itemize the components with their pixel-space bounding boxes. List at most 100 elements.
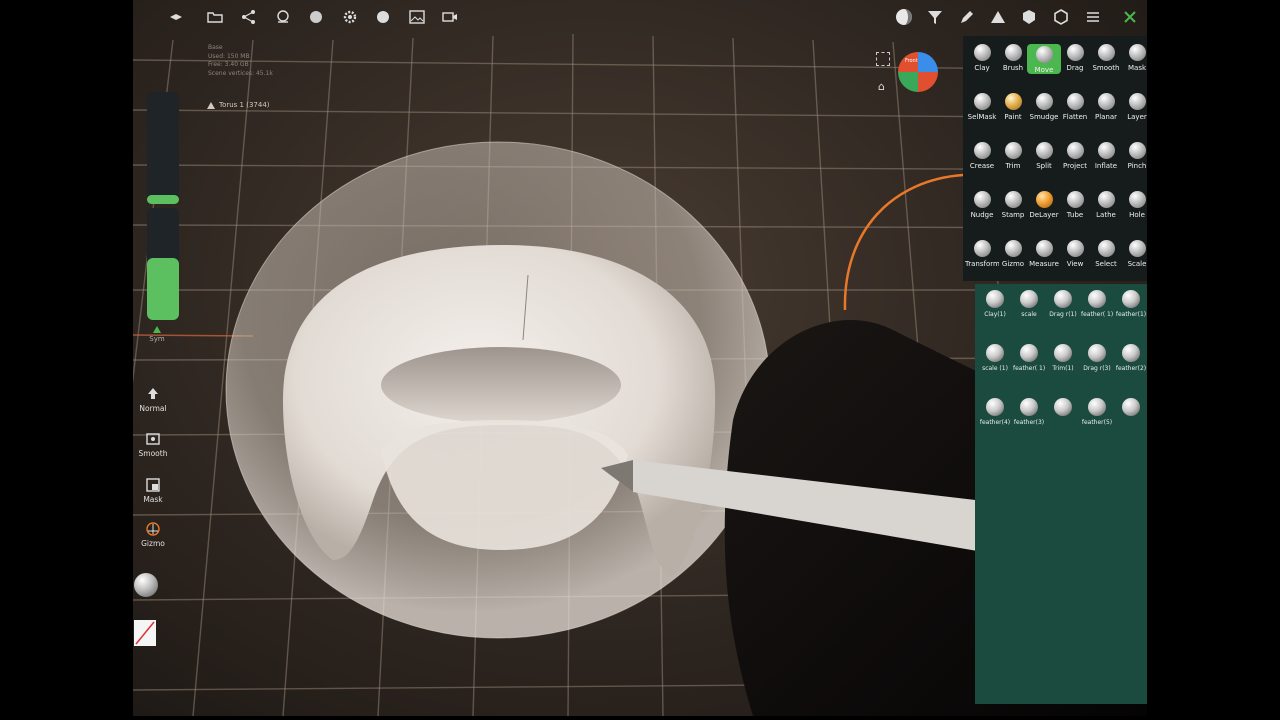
tool-split[interactable]: Split — [1027, 142, 1061, 170]
tool-smooth[interactable]: Smooth — [133, 432, 173, 458]
tool-project[interactable]: Project — [1058, 142, 1092, 170]
tool-lathe[interactable]: Lathe — [1089, 191, 1123, 219]
brush-preset[interactable]: feather(5) — [1081, 398, 1113, 426]
tool-label: Clay — [974, 64, 990, 72]
color-swatch[interactable] — [134, 620, 156, 646]
home-icon[interactable]: ⌂ — [878, 80, 885, 93]
image-icon[interactable] — [408, 8, 426, 26]
warning-icon — [207, 101, 215, 109]
tool-transform[interactable]: Transform — [965, 240, 999, 268]
tool-select[interactable]: Select — [1089, 240, 1123, 268]
brush-preset[interactable]: Trim(1) — [1047, 344, 1079, 372]
radius-slider[interactable] — [147, 92, 179, 204]
tool-inflate[interactable]: Inflate — [1089, 142, 1123, 170]
tool-mask[interactable]: Mask — [1120, 44, 1154, 72]
brush-preset[interactable]: feather(4) — [979, 398, 1011, 426]
pen-icon[interactable] — [958, 8, 976, 26]
tool-tube[interactable]: Tube — [1058, 191, 1092, 219]
share-icon[interactable] — [240, 8, 258, 26]
folder-icon[interactable] — [206, 8, 224, 26]
brush-preset[interactable]: feather(2) — [1115, 344, 1147, 372]
orientation-cube[interactable] — [898, 52, 938, 92]
preset-label: feather(4) — [979, 419, 1011, 426]
warning-icon[interactable] — [989, 8, 1007, 26]
active-mesh-label[interactable]: Torus 1 (3744) — [207, 101, 270, 109]
intensity-slider[interactable] — [147, 208, 179, 320]
tool-gizmo[interactable]: Gizmo — [996, 240, 1030, 268]
brush-preset[interactable]: scale (1) — [979, 344, 1011, 372]
tool-icon — [1066, 93, 1084, 110]
tool-smooth[interactable]: Smooth — [1089, 44, 1123, 72]
tool-label: Brush — [1002, 64, 1024, 72]
preset-icon — [986, 398, 1004, 416]
brush-preset[interactable]: Drag r(1) — [1047, 290, 1079, 318]
tool-nudge[interactable]: Nudge — [965, 191, 999, 219]
preset-icon — [1122, 290, 1140, 308]
matcap-icon[interactable] — [895, 8, 913, 26]
brush-preset[interactable] — [1115, 398, 1147, 419]
tool-gizmo[interactable]: Gizmo — [133, 522, 173, 548]
tool-move[interactable]: Move — [1027, 44, 1061, 74]
menu-icon[interactable] — [167, 8, 185, 26]
preset-label: feather(5) — [1081, 419, 1113, 426]
brush-preset[interactable]: feather( 1) — [1081, 290, 1113, 318]
tool-label: Move — [1034, 66, 1054, 74]
settings-icon[interactable] — [341, 8, 359, 26]
brush-preset[interactable]: scale — [1013, 290, 1045, 318]
preset-icon — [1088, 344, 1106, 362]
stats-line: Scene vertices: 45.1k — [208, 69, 273, 77]
tool-smudge[interactable]: Smudge — [1027, 93, 1061, 121]
tool-view[interactable]: View — [1058, 240, 1092, 268]
tool-icon — [1035, 93, 1053, 110]
brush-preset[interactable]: feather(1) — [1115, 290, 1147, 318]
tool-paint[interactable]: Paint — [996, 93, 1030, 121]
hexagon-icon[interactable] — [1052, 8, 1070, 26]
tool-hole[interactable]: Hole — [1120, 191, 1154, 219]
brush-preset[interactable]: Clay(1) — [979, 290, 1011, 318]
tool-trim[interactable]: Trim — [996, 142, 1030, 170]
preset-label: Trim(1) — [1052, 365, 1074, 372]
symmetry-toggle[interactable]: Sym — [140, 326, 174, 343]
mask-icon — [146, 478, 160, 492]
camera-icon[interactable] — [441, 8, 459, 26]
brush-preset[interactable]: feather( 1) — [1013, 344, 1045, 372]
tool-layer[interactable]: Layer — [1120, 93, 1154, 121]
symmetry-icon — [153, 326, 161, 333]
filter-icon[interactable] — [926, 8, 944, 26]
tool-label: Smudge — [1029, 113, 1059, 121]
material-preview[interactable] — [134, 573, 158, 597]
tool-normal[interactable]: Normal — [133, 387, 173, 413]
tool-stamp[interactable]: Stamp — [996, 191, 1030, 219]
tool-flatten[interactable]: Flatten — [1058, 93, 1092, 121]
tool-delayer[interactable]: DeLayer — [1027, 191, 1061, 219]
tool-brush[interactable]: Brush — [996, 44, 1030, 72]
tool-icon — [1128, 240, 1146, 257]
brush-settings-icon[interactable] — [1121, 8, 1139, 26]
scene-icon[interactable] — [274, 8, 292, 26]
list-icon[interactable] — [1084, 8, 1102, 26]
brush-preset[interactable]: Drag r(3) — [1081, 344, 1113, 372]
brush-preset[interactable] — [1047, 398, 1079, 419]
tool-mask[interactable]: Mask — [133, 478, 173, 504]
tool-measure[interactable]: Measure — [1027, 240, 1061, 268]
tool-label: Nudge — [970, 211, 994, 219]
tool-selmask[interactable]: SelMask — [965, 93, 999, 121]
tool-icon — [1004, 44, 1022, 61]
tool-planar[interactable]: Planar — [1089, 93, 1123, 121]
tool-pinch[interactable]: Pinch — [1120, 142, 1154, 170]
fullscreen-icon[interactable] — [876, 52, 890, 66]
tool-crease[interactable]: Crease — [965, 142, 999, 170]
cube-icon[interactable] — [1020, 8, 1038, 26]
tool-label: Transform — [965, 260, 999, 268]
light-icon[interactable] — [374, 8, 392, 26]
tool-icon — [973, 44, 991, 61]
tool-drag[interactable]: Drag — [1058, 44, 1092, 72]
tool-scale[interactable]: Scale — [1120, 240, 1154, 268]
brush-preset[interactable]: feather(3) — [1013, 398, 1045, 426]
preset-icon — [1088, 290, 1106, 308]
tool-label: Gizmo — [141, 539, 165, 548]
tool-label: Paint — [1004, 113, 1022, 121]
radius-slider-fill — [147, 195, 179, 204]
tool-clay[interactable]: Clay — [965, 44, 999, 72]
material-icon[interactable] — [307, 8, 325, 26]
